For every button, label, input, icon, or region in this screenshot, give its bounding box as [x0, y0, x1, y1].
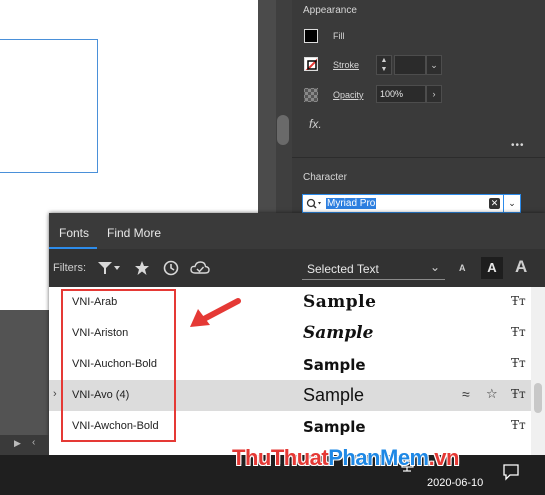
- chevron-down-icon: ⌄: [430, 260, 441, 274]
- no-stroke-icon: [305, 58, 317, 70]
- stroke-swatch[interactable]: [304, 57, 318, 71]
- font-sample: Sample: [303, 385, 365, 405]
- tab-fonts[interactable]: Fonts: [59, 226, 89, 240]
- opacity-input[interactable]: 100%: [376, 85, 426, 103]
- notifications-icon[interactable]: [502, 463, 520, 481]
- sample-size-large-button[interactable]: A: [515, 257, 527, 277]
- tab-find-more[interactable]: Find More: [107, 226, 161, 240]
- stroke-stepper[interactable]: ▲ ▼: [376, 55, 392, 75]
- font-type-icon: Ŧт: [511, 356, 526, 370]
- appearance-title: Appearance: [303, 5, 357, 16]
- font-list-scrollbar[interactable]: [531, 287, 545, 455]
- recently-added-clock-icon[interactable]: [163, 260, 179, 276]
- font-list-scroll-thumb[interactable]: [534, 383, 542, 413]
- section-divider: [292, 157, 545, 158]
- fx-effects-icon[interactable]: fx.: [309, 117, 322, 131]
- selected-text-frame[interactable]: [0, 39, 98, 173]
- font-sample: Sample: [303, 292, 377, 312]
- clear-icon[interactable]: ✕: [489, 198, 500, 209]
- more-options-icon[interactable]: •••: [511, 140, 525, 151]
- favorite-star-icon[interactable]: ☆: [486, 386, 498, 402]
- canvas-horizontal-scrollbar[interactable]: ▶ ‹: [0, 435, 49, 455]
- panel-scroll-thumb[interactable]: [277, 115, 289, 145]
- similar-fonts-icon[interactable]: ≈: [462, 386, 470, 402]
- watermark-part2: PhanMem: [328, 445, 429, 470]
- font-type-icon: Ŧт: [511, 325, 526, 339]
- taskbar-date[interactable]: 2020-06-10: [427, 477, 483, 489]
- font-sample: Sample: [303, 418, 366, 436]
- font-family-field[interactable]: Myriad Pro ✕: [302, 194, 520, 213]
- preview-text-value: Selected Text: [307, 262, 379, 276]
- filter-funnel-icon[interactable]: [97, 261, 121, 275]
- scroll-right-icon[interactable]: ▶: [14, 438, 21, 449]
- favorites-star-icon[interactable]: [134, 260, 150, 276]
- annotation-highlight-box: [61, 289, 176, 442]
- opacity-expand-chevron-icon[interactable]: ›: [426, 85, 442, 103]
- character-title: Character: [303, 172, 347, 183]
- expand-chevron-icon[interactable]: ›: [53, 388, 57, 400]
- sample-size-small-button[interactable]: A: [459, 263, 466, 273]
- sample-size-medium-button[interactable]: A: [481, 257, 503, 279]
- font-type-icon: Ŧт: [511, 387, 526, 401]
- font-family-input[interactable]: Myriad Pro: [326, 198, 377, 209]
- opacity-label[interactable]: Opacity: [333, 90, 364, 100]
- stroke-label[interactable]: Stroke: [333, 60, 359, 70]
- font-type-icon: Ŧт: [511, 418, 526, 432]
- font-dropdown-chevron-icon[interactable]: ⌄: [503, 194, 521, 213]
- search-icon: [306, 198, 321, 209]
- fill-label: Fill: [333, 31, 345, 41]
- font-sample: Sample: [303, 323, 374, 343]
- preview-text-select[interactable]: Selected Text ⌄: [302, 259, 445, 280]
- scroll-left-icon[interactable]: ‹: [32, 437, 35, 448]
- watermark-part1: ThuThuat: [232, 445, 329, 470]
- opacity-icon: [304, 88, 318, 102]
- watermark-logo: ThuThuatPhanMem.vn: [232, 445, 459, 471]
- activated-fonts-cloud-icon[interactable]: [190, 260, 210, 276]
- filters-bar: Filters: Selected Text ⌄ A A A: [49, 249, 545, 287]
- font-type-icon: Ŧт: [511, 294, 526, 308]
- watermark-part3: .vn: [428, 445, 460, 470]
- font-tabs-bar: Fonts Find More: [49, 213, 545, 249]
- fill-swatch[interactable]: [304, 29, 318, 43]
- filters-label: Filters:: [53, 262, 86, 274]
- annotation-arrow-icon: [190, 298, 241, 327]
- stroke-weight-input[interactable]: [394, 55, 426, 75]
- stroke-dropdown-chevron-icon[interactable]: ⌄: [426, 55, 442, 75]
- font-sample: Sample: [303, 356, 366, 374]
